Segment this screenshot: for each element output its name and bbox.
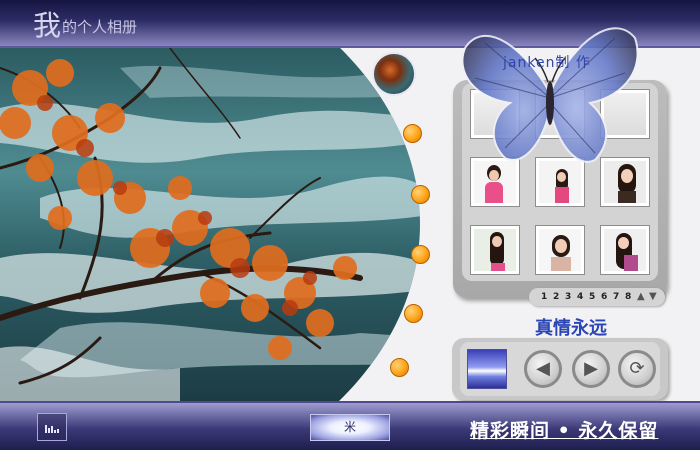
album-nav-dot-2[interactable] (411, 185, 430, 204)
gallery-pager: 1 2 3 4 5 6 7 8 ▲ ▼ (529, 288, 665, 306)
album-nav-dot-5[interactable] (390, 358, 409, 377)
music-label: 米 (343, 420, 356, 434)
preview-thumbnail[interactable] (467, 349, 507, 389)
album-nav-dot-4[interactable] (404, 304, 423, 323)
loop-icon: ⟳ (629, 358, 645, 379)
title-glyph: 我 (33, 9, 62, 42)
gallery-thumbnail[interactable] (470, 89, 520, 139)
page-link-6[interactable]: 6 (601, 292, 607, 302)
album-nav-dot-3[interactable] (411, 245, 430, 264)
gallery-thumbnail[interactable] (535, 225, 585, 275)
gallery-thumbnail[interactable] (470, 225, 520, 275)
credit-text: janken制 作 (503, 55, 591, 71)
gallery-thumbnail[interactable] (470, 157, 520, 207)
page-title: 的个人相册 (62, 18, 138, 36)
previous-button[interactable]: ◀ (524, 350, 562, 388)
music-toggle-button[interactable]: 米 (310, 414, 390, 441)
next-button[interactable]: ▶ (572, 350, 610, 388)
header-bar: 我 的个人相册 (0, 0, 700, 46)
page-link-8[interactable]: 8 (625, 292, 631, 302)
footer-slogan[interactable]: 精彩瞬间 • 永久保留 (470, 416, 658, 443)
previous-icon: ◀ (536, 358, 550, 379)
page-link-2[interactable]: 2 (553, 292, 559, 302)
next-icon: ▶ (584, 358, 598, 379)
page-link-1[interactable]: 1 (541, 292, 547, 302)
page-link-4[interactable]: 4 (577, 292, 583, 302)
gallery-thumbnail[interactable] (535, 157, 585, 207)
page-link-3[interactable]: 3 (565, 292, 571, 302)
gallery-thumbnail[interactable] (535, 89, 585, 139)
photo-album-app: 我 的个人相册 1 2 3 4 5 6 7 8 ▲ ▼ 真情永远 ◀ ▶ ⟳ j… (0, 0, 700, 450)
gallery-thumbnail[interactable] (600, 225, 650, 275)
loop-button[interactable]: ⟳ (618, 350, 656, 388)
page-up-arrow-icon[interactable]: ▲ (637, 291, 645, 302)
album-cover-thumbnail[interactable] (372, 52, 416, 96)
equalizer-icon[interactable] (37, 413, 67, 441)
gallery-thumbnail[interactable] (600, 157, 650, 207)
motto-text: 真情永远 (535, 318, 607, 339)
page-down-arrow-icon[interactable]: ▼ (649, 291, 657, 302)
page-link-5[interactable]: 5 (589, 292, 595, 302)
page-link-7[interactable]: 7 (613, 292, 619, 302)
album-nav-dot-1[interactable] (403, 124, 422, 143)
main-photo (0, 48, 420, 401)
gallery-thumbnail[interactable] (600, 89, 650, 139)
